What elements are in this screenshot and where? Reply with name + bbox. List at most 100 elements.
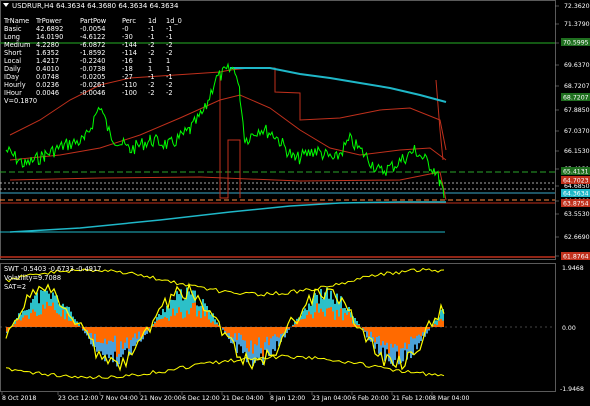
time-axis-label: 21 Feb 12:00 (392, 395, 433, 402)
table-cell: Local (4, 57, 21, 65)
histogram-bar-inner (394, 327, 396, 345)
histogram-bar-inner (192, 302, 194, 327)
histogram-bar-inner (362, 327, 364, 329)
histogram-bar-inner (182, 318, 184, 327)
table-cell: -0.0046 (80, 89, 105, 97)
histogram-bar-inner (204, 316, 206, 327)
histogram-bar-inner (330, 307, 332, 327)
histogram-bar-inner (68, 320, 70, 327)
chart-title: USDRUR,H4 64.3634 64.3680 64.3634 64.363… (3, 2, 179, 10)
histogram-bar-inner (30, 313, 32, 327)
histogram-bar-inner (302, 319, 304, 327)
histogram-bar-inner (190, 307, 192, 327)
price-highlight-label: 70.5995 (563, 40, 589, 47)
table-header-cell: TrName (3, 17, 29, 25)
histogram-bar-inner (226, 327, 228, 334)
indicator-line1: SWT -0.5403 -0.6733 -0.4917 (4, 265, 101, 273)
histogram-bar-inner (48, 305, 50, 327)
indicator-line2: Volatility=9.7088 (4, 274, 61, 282)
histogram-bar-inner (422, 327, 424, 333)
table-cell: -16 (122, 57, 133, 65)
table-cell: -1 (166, 25, 173, 33)
table-cell: -0.2240 (80, 57, 105, 65)
histogram-bar-inner (36, 316, 38, 327)
histogram-bar-inner (40, 314, 42, 327)
price-highlight-label: 68.7207 (563, 95, 589, 102)
table-cell: 14.0190 (36, 33, 63, 41)
histogram-bar-inner (292, 325, 294, 327)
table-cell: Basic (4, 25, 22, 33)
histogram-bar-inner (378, 327, 380, 336)
histogram-bar-inner (152, 325, 154, 327)
histogram-bar-inner (366, 327, 368, 332)
histogram-bar-inner (114, 327, 116, 336)
histogram-bar-inner (434, 323, 436, 327)
time-axis-label: 23 Jan 04:00 (312, 395, 351, 402)
histogram-bar-inner (404, 327, 406, 343)
ma-red-upper (9, 67, 447, 151)
histogram-bar-inner (308, 311, 310, 327)
histogram-bar-inner (124, 327, 126, 343)
histogram-bar-inner (294, 324, 296, 327)
ma-red-right-drop (435, 79, 444, 161)
indicator-lower-band (5, 354, 445, 380)
table-header-cell: PartPow (80, 17, 107, 25)
histogram-bar-inner (228, 327, 230, 333)
chart-canvas[interactable]: USDRUR,H4 64.3634 64.3680 64.3634 64.363… (0, 0, 590, 406)
histogram-bar-inner (222, 327, 224, 329)
histogram-bar-inner (440, 318, 442, 327)
histogram-bar-inner (234, 327, 236, 334)
histogram-bar-inner (278, 327, 280, 338)
histogram-bar-inner (198, 310, 200, 327)
table-cell: 0.0046 (36, 89, 59, 97)
histogram-bar-inner (248, 327, 250, 352)
histogram-bar-inner (246, 327, 248, 349)
histogram-bar-inner (332, 311, 334, 327)
price-axis-label: 68.7207 (564, 83, 590, 90)
histogram-bar-inner (304, 318, 306, 327)
chart-title-text: USDRUR,H4 64.3634 64.3680 64.3634 64.363… (12, 2, 179, 10)
time-axis-label: 8 Jan 12:00 (270, 395, 305, 402)
histogram-bar-inner (108, 327, 110, 341)
table-cell: -144 (122, 41, 137, 49)
indicator-axis-bottom: -1.9468 (560, 386, 584, 393)
histogram-bar-inner (236, 327, 238, 341)
histogram-bar-inner (14, 323, 16, 327)
histogram-bar-inner (344, 312, 346, 327)
price-axis-label: 62.6690 (564, 234, 590, 241)
histogram-bar-inner (288, 327, 290, 329)
histogram-bar-inner (200, 318, 202, 327)
table-cell: -2 (148, 41, 155, 49)
histogram-bar-inner (270, 327, 272, 339)
histogram-bar-inner (242, 327, 244, 341)
histogram-bar-inner (214, 324, 216, 327)
histogram-bar-inner (368, 327, 370, 337)
table-cell: -2 (148, 49, 155, 57)
histogram-bar-inner (158, 319, 160, 327)
histogram-bar-inner (196, 316, 198, 327)
histogram-bar-inner (350, 317, 352, 327)
table-header-cell: TrPower (35, 17, 62, 25)
histogram-bar-inner (70, 321, 72, 327)
histogram-bar-inner (50, 306, 52, 327)
table-cell: 1 (148, 57, 152, 65)
histogram-bar-inner (26, 315, 28, 327)
table-cell: -27 (122, 73, 133, 81)
histogram-bar-inner (112, 327, 114, 343)
histogram-bar-inner (90, 327, 92, 334)
histogram-bar-inner (410, 327, 412, 337)
table-cell: 1.6352 (36, 49, 59, 57)
histogram-bar-inner (154, 323, 156, 327)
histogram-bar-inner (306, 314, 308, 327)
histogram-bar-inner (148, 327, 150, 329)
histogram-bar-inner (254, 327, 256, 345)
histogram-bar-inner (126, 327, 128, 338)
table-cell: Daily (4, 65, 21, 73)
histogram-bar-inner (174, 315, 176, 327)
table-cell: 4.2280 (36, 41, 59, 49)
dropdown-triangle-icon[interactable] (3, 3, 9, 7)
histogram-bar-inner (32, 309, 34, 327)
table-cell: 1 (166, 57, 170, 65)
histogram-bar-inner (264, 327, 266, 343)
table-cell: 1.4217 (36, 57, 59, 65)
